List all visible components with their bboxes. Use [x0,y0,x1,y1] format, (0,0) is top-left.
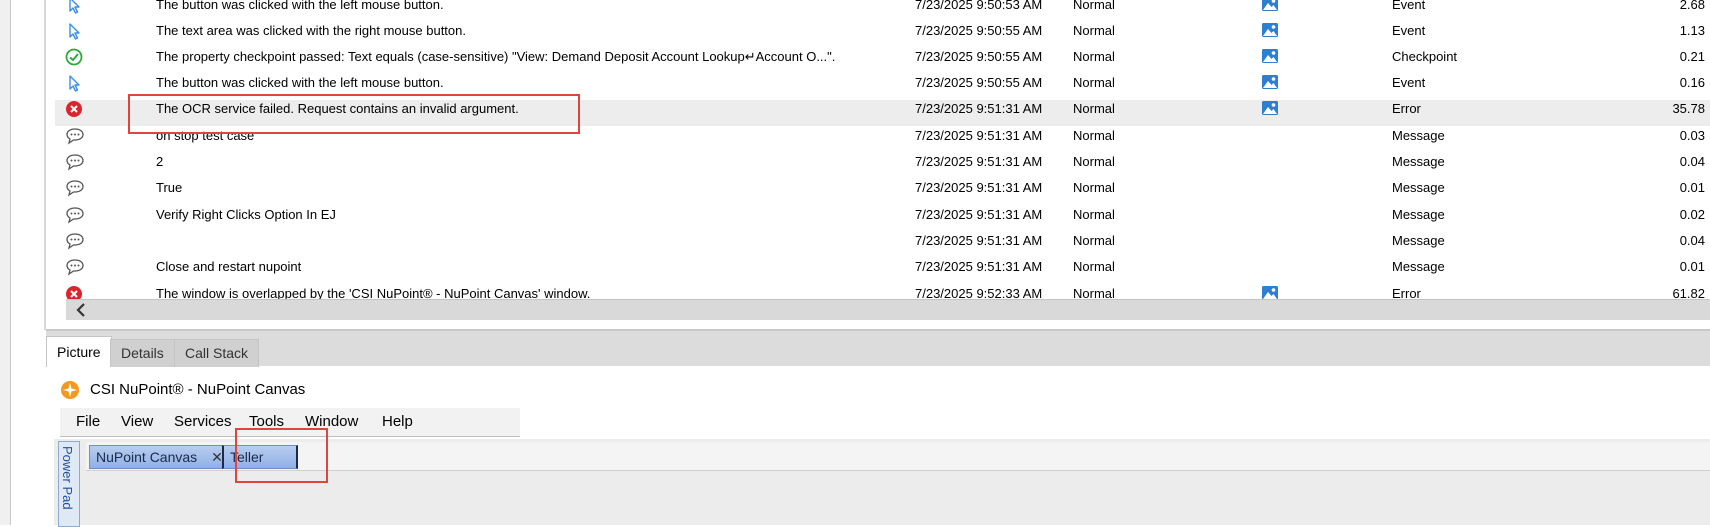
log-type: Event [1392,23,1426,38]
table-row[interactable]: The property checkpoint passed: Text equ… [55,48,1710,74]
app-title: CSI NuPoint® - NuPoint Canvas [90,381,306,398]
left-gutter [0,0,11,525]
log-type: Message [1392,180,1445,195]
power-pad-label: Power Pad [60,446,75,510]
log-message: The window is overlapped by the 'CSI NuP… [156,286,591,300]
log-duration: 0.02 [1679,207,1705,222]
message-icon [65,153,87,179]
log-duration: 0.01 [1679,180,1705,195]
log-level: Normal [1073,207,1115,222]
table-row[interactable]: The text area was clicked with the right… [55,22,1710,48]
message-icon [65,206,87,232]
doc-tab-label: NuPoint Canvas [96,449,198,465]
doc-tab-nupoint-canvas[interactable]: NuPoint Canvas ✕ [89,445,230,469]
log-duration: 2.68 [1679,0,1705,12]
log-type: Event [1392,0,1426,12]
cursor-icon [65,0,87,22]
message-icon [65,232,87,258]
highlight-box-teller-tab [235,428,328,483]
log-level: Normal [1073,75,1115,90]
menu-services[interactable]: Services [174,413,232,430]
log-message: 2 [156,154,164,169]
tab-call-stack[interactable]: Call Stack [174,339,260,367]
log-duration: 61.82 [1672,286,1705,300]
highlight-box-error-row [128,94,580,134]
log-level: Normal [1073,101,1115,116]
power-pad-tab[interactable]: Power Pad [58,441,80,527]
log-level: Normal [1073,259,1115,274]
log-type: Message [1392,207,1445,222]
log-duration: 35.78 [1672,101,1705,116]
log-type: Message [1392,259,1445,274]
panel-tab-strip: Picture Details Call Stack [46,331,1710,367]
check-icon [65,48,87,74]
log-message: True [156,180,183,195]
log-level: Normal [1073,154,1115,169]
table-row[interactable]: Close and restart nupoint 7/23/2025 9:51:… [55,258,1710,284]
log-grid: The button was clicked with the left mou… [55,0,1710,300]
error-icon [65,100,87,126]
log-type: Error [1392,286,1421,300]
table-row[interactable]: Verify Right Clicks Option In EJ 7/23/202… [55,206,1710,232]
table-row[interactable]: 2 7/23/2025 9:51:31 AM Normal Message 0.04 [55,153,1710,179]
log-message: Close and restart nupoint [156,259,302,274]
picture-icon[interactable] [1261,74,1291,100]
menu-help[interactable]: Help [382,413,413,430]
log-message: Verify Right Clicks Option In EJ [156,207,336,222]
picture-icon[interactable] [1261,22,1291,48]
log-duration: 0.01 [1679,259,1705,274]
error-icon [65,285,87,300]
table-row[interactable]: 7/23/2025 9:51:31 AM Normal Message 0.04 [55,232,1710,258]
log-type: Error [1392,101,1421,116]
picture-icon[interactable] [1261,0,1291,22]
log-message: The property checkpoint passed: Text equ… [156,49,836,64]
log-duration: 1.13 [1679,23,1705,38]
log-level: Normal [1073,49,1115,64]
tab-picture[interactable]: Picture [46,336,112,367]
menu-view[interactable]: View [121,413,153,430]
log-level: Normal [1073,0,1115,12]
table-row[interactable]: True 7/23/2025 9:51:31 AM Normal Message 0.0… [55,179,1710,205]
splitter[interactable] [44,0,46,330]
cursor-icon [65,74,87,100]
horizontal-scrollbar[interactable] [66,299,1710,320]
log-type: Message [1392,233,1445,248]
log-type: Event [1392,75,1426,90]
table-row[interactable]: The button was clicked with the left mou… [55,0,1710,22]
log-level: Normal [1073,128,1115,143]
log-duration: 0.03 [1679,128,1705,143]
log-message: The text area was clicked with the right… [156,23,466,38]
log-type: Message [1392,154,1445,169]
log-duration: 0.21 [1679,49,1705,64]
nupoint-logo-icon [60,380,80,400]
picture-icon[interactable] [1261,48,1291,74]
log-duration: 0.04 [1679,154,1705,169]
log-level: Normal [1073,180,1115,195]
log-message: The button was clicked with the left mou… [156,0,444,12]
picture-icon[interactable] [1261,285,1291,300]
tab-details[interactable]: Details [110,339,175,367]
document-tabs: NuPoint Canvas ✕ Teller [86,442,1710,471]
message-icon [65,127,87,153]
log-type: Checkpoint [1392,49,1458,64]
log-duration: 0.04 [1679,233,1705,248]
scroll-left-icon[interactable] [74,302,90,318]
message-icon [65,179,87,205]
log-level: Normal [1073,23,1115,38]
message-icon [65,258,87,284]
picture-icon[interactable] [1261,100,1291,126]
log-type: Message [1392,128,1445,143]
table-row[interactable]: The window is overlapped by the 'CSI NuP… [55,285,1710,300]
cursor-icon [65,22,87,48]
log-message [156,232,956,258]
menu-file[interactable]: File [76,413,100,430]
log-level: Normal [1073,286,1115,300]
log-duration: 0.16 [1679,75,1705,90]
log-level: Normal [1073,233,1115,248]
